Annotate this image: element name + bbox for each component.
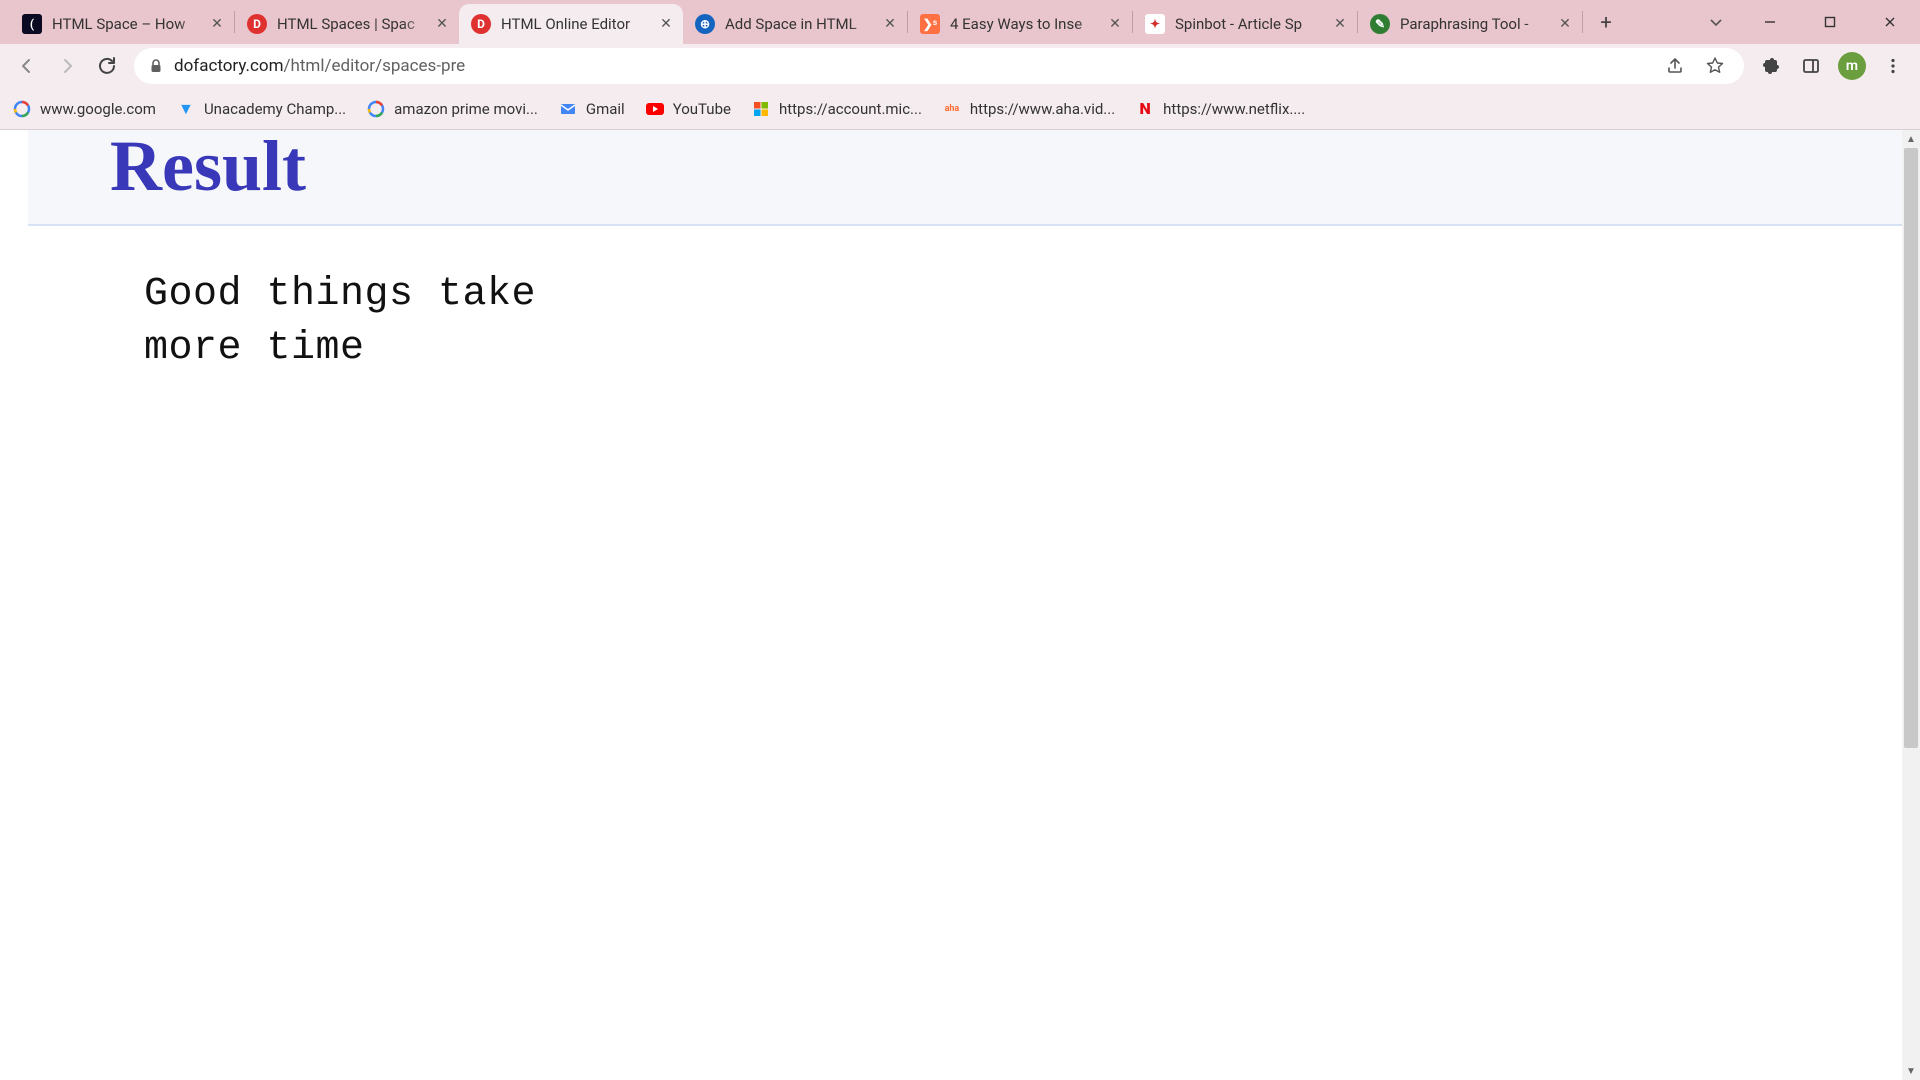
tab-title: HTML Space – How xyxy=(52,15,208,33)
bookmark-microsoft[interactable]: https://account.mic... xyxy=(751,99,922,119)
page-content: Result Good things take more time xyxy=(0,130,1920,1080)
bookmark-label: YouTube xyxy=(673,100,731,118)
profile-avatar[interactable]: m xyxy=(1838,52,1866,80)
kebab-icon xyxy=(1884,57,1902,75)
favicon-generic-icon: ⊕ xyxy=(695,14,715,34)
tab-1[interactable]: D HTML Spaces | Spac ✕ xyxy=(235,4,459,44)
url-host: dofactory.com xyxy=(174,56,283,76)
microsoft-icon xyxy=(751,99,771,119)
back-button[interactable] xyxy=(10,49,44,83)
tab-title: Add Space in HTML xyxy=(725,15,881,33)
tab-4[interactable]: ❯ˢ 4 Easy Ways to Inse ✕ xyxy=(908,4,1132,44)
favicon-spinbot-icon: ✦ xyxy=(1145,14,1165,34)
page-title: Result xyxy=(110,130,1902,202)
puzzle-icon xyxy=(1761,56,1781,76)
bookmark-label: Unacademy Champ... xyxy=(204,100,346,118)
tab-strip: ( HTML Space – How ✕ D HTML Spaces | Spa… xyxy=(0,0,1920,44)
close-icon[interactable]: ✕ xyxy=(433,15,451,33)
extensions-button[interactable] xyxy=(1754,49,1788,83)
tab-separator xyxy=(1582,11,1583,33)
close-icon[interactable]: ✕ xyxy=(1106,15,1124,33)
tab-5[interactable]: ✦ Spinbot - Article Sp ✕ xyxy=(1133,4,1357,44)
bookmark-label: https://account.mic... xyxy=(779,100,922,118)
url-path: /html/editor/spaces-pre xyxy=(283,56,465,76)
favicon-dofactory-icon: D xyxy=(471,14,491,34)
tab-title: 4 Easy Ways to Inse xyxy=(950,15,1106,33)
bookmark-button[interactable] xyxy=(1700,51,1730,81)
result-header: Result xyxy=(28,130,1902,226)
close-icon[interactable]: ✕ xyxy=(1331,15,1349,33)
scroll-up-arrow-icon[interactable]: ▲ xyxy=(1902,130,1920,148)
bookmark-netflix[interactable]: N https://www.netflix.... xyxy=(1135,99,1305,119)
new-tab-button[interactable]: + xyxy=(1589,5,1623,39)
close-icon[interactable]: ✕ xyxy=(1556,15,1574,33)
scroll-thumb[interactable] xyxy=(1904,148,1918,748)
share-button[interactable] xyxy=(1660,51,1690,81)
unacademy-icon: ▼ xyxy=(176,99,196,119)
minimize-icon xyxy=(1763,15,1777,29)
tab-2-active[interactable]: D HTML Online Editor ✕ xyxy=(459,4,683,44)
side-panel-button[interactable] xyxy=(1794,49,1828,83)
url-text: dofactory.com/html/editor/spaces-pre xyxy=(174,56,1650,76)
tab-title: Paraphrasing Tool - xyxy=(1400,15,1556,33)
close-icon[interactable]: ✕ xyxy=(657,15,675,33)
bookmark-label: www.google.com xyxy=(40,100,156,118)
maximize-button[interactable] xyxy=(1800,3,1860,41)
tab-title: Spinbot - Article Sp xyxy=(1175,15,1331,33)
maximize-icon xyxy=(1823,15,1837,29)
bookmark-amazon-prime[interactable]: amazon prime movi... xyxy=(366,99,538,119)
panel-icon xyxy=(1801,56,1821,76)
bookmark-label: amazon prime movi... xyxy=(394,100,538,118)
bookmark-label: Gmail xyxy=(586,100,625,118)
window-controls xyxy=(1692,0,1920,44)
bookmark-google[interactable]: www.google.com xyxy=(12,99,156,119)
star-icon xyxy=(1705,56,1725,76)
menu-button[interactable] xyxy=(1876,49,1910,83)
close-icon xyxy=(1883,15,1897,29)
bookmark-youtube[interactable]: YouTube xyxy=(645,99,731,119)
bookmark-label: https://www.aha.vid... xyxy=(970,100,1115,118)
minimize-button[interactable] xyxy=(1740,3,1800,41)
pre-output: Good things take more time xyxy=(144,268,1902,376)
netflix-icon: N xyxy=(1135,99,1155,119)
avatar-initial: m xyxy=(1846,58,1858,74)
bookmark-unacademy[interactable]: ▼ Unacademy Champ... xyxy=(176,99,346,119)
scroll-down-arrow-icon[interactable]: ▼ xyxy=(1902,1062,1920,1080)
result-body: Good things take more time xyxy=(28,226,1902,376)
bookmark-aha[interactable]: aha https://www.aha.vid... xyxy=(942,99,1115,119)
favicon-quillbot-icon: ✎ xyxy=(1370,14,1390,34)
close-icon[interactable]: ✕ xyxy=(881,15,899,33)
google-icon xyxy=(12,99,32,119)
gmail-icon xyxy=(558,99,578,119)
close-icon[interactable]: ✕ xyxy=(208,15,226,33)
lock-icon xyxy=(148,58,164,74)
forward-button[interactable] xyxy=(50,49,84,83)
address-bar[interactable]: dofactory.com/html/editor/spaces-pre xyxy=(134,48,1744,84)
share-icon xyxy=(1665,56,1685,76)
bookmark-label: https://www.netflix.... xyxy=(1163,100,1305,118)
tab-title: HTML Spaces | Spac xyxy=(277,15,433,33)
arrow-right-icon xyxy=(57,56,77,76)
vertical-scrollbar[interactable]: ▲ ▼ xyxy=(1902,130,1920,1080)
tab-0[interactable]: ( HTML Space – How ✕ xyxy=(10,4,234,44)
bookmarks-bar: www.google.com ▼ Unacademy Champ... amaz… xyxy=(0,88,1920,130)
tab-title: HTML Online Editor xyxy=(501,15,657,33)
favicon-hubspot-icon: ❯ˢ xyxy=(920,14,940,34)
favicon-freecodecamp-icon: ( xyxy=(22,14,42,34)
window-close-button[interactable] xyxy=(1860,3,1920,41)
reload-button[interactable] xyxy=(90,49,124,83)
aha-icon: aha xyxy=(942,99,962,119)
tab-search-button[interactable] xyxy=(1692,3,1740,41)
tab-6[interactable]: ✎ Paraphrasing Tool - ✕ xyxy=(1358,4,1582,44)
page-viewport: Result Good things take more time ▲ ▼ xyxy=(0,130,1920,1080)
google-icon xyxy=(366,99,386,119)
arrow-left-icon xyxy=(17,56,37,76)
chevron-down-icon xyxy=(1708,14,1724,30)
toolbar: dofactory.com/html/editor/spaces-pre m xyxy=(0,44,1920,88)
youtube-icon xyxy=(645,99,665,119)
favicon-dofactory-icon: D xyxy=(247,14,267,34)
tab-3[interactable]: ⊕ Add Space in HTML ✕ xyxy=(683,4,907,44)
bookmark-gmail[interactable]: Gmail xyxy=(558,99,625,119)
reload-icon xyxy=(97,56,117,76)
